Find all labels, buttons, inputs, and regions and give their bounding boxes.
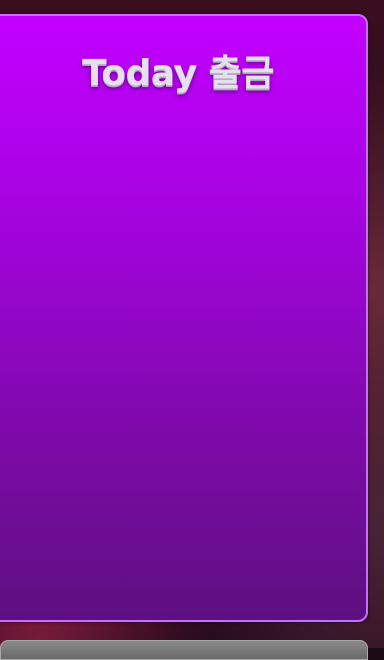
panel-title: Today 출금 [82, 53, 274, 94]
withdrawal-panel: Today 출금 [0, 14, 368, 622]
next-panel [0, 640, 368, 660]
